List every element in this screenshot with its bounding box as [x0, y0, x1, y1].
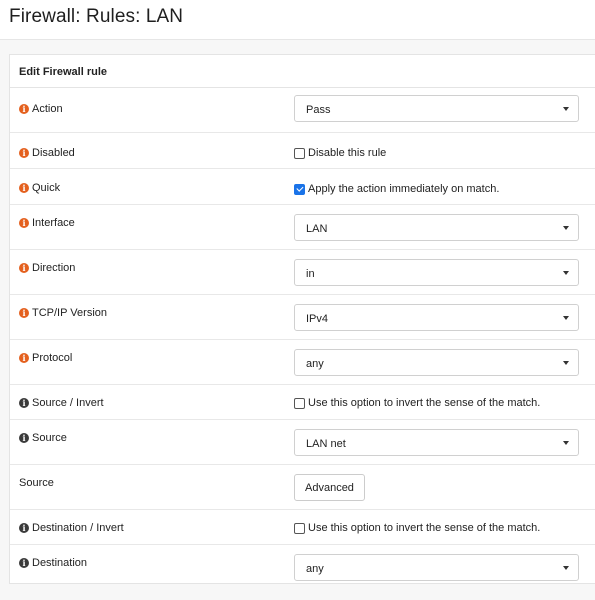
- tcpip-label: i TCP/IP Version: [19, 307, 107, 319]
- source-invert-checkbox-label[interactable]: Use this option to invert the sense of t…: [308, 397, 540, 409]
- source-select-value: LAN net: [306, 438, 346, 450]
- action-select[interactable]: Pass: [294, 95, 579, 122]
- quick-checkbox-group[interactable]: Apply the action immediately on match.: [294, 183, 499, 195]
- direction-select[interactable]: in: [294, 259, 579, 286]
- destination-invert-checkbox-group[interactable]: Use this option to invert the sense of t…: [294, 522, 540, 534]
- source-invert-checkbox[interactable]: [294, 397, 305, 409]
- info-icon[interactable]: i: [19, 183, 29, 193]
- action-label-text: Action: [32, 103, 63, 115]
- disabled-checkbox[interactable]: [294, 147, 305, 159]
- source-label: i Source: [19, 432, 67, 444]
- destination-select[interactable]: any: [294, 554, 579, 581]
- direction-label: i Direction: [19, 262, 75, 274]
- edit-rule-panel: Edit Firewall rule i Action Pass i Disab…: [9, 54, 595, 584]
- row-direction: i Direction in: [10, 250, 595, 295]
- destination-invert-checkbox[interactable]: [294, 522, 305, 534]
- row-source-advanced: Source Advanced: [10, 465, 595, 510]
- page-title: Firewall: Rules: LAN: [9, 6, 184, 27]
- quick-label: i Quick: [19, 182, 60, 194]
- row-source: i Source LAN net: [10, 420, 595, 465]
- source-label-text: Source: [32, 432, 67, 444]
- protocol-select-value: any: [306, 358, 324, 370]
- disabled-label: i Disabled: [19, 147, 75, 159]
- row-destination-invert: i Destination / Invert Use this option t…: [10, 510, 595, 545]
- chevron-down-icon: [563, 441, 569, 445]
- destination-select-value: any: [306, 563, 324, 575]
- destination-label: i Destination: [19, 557, 87, 569]
- destination-invert-checkbox-label[interactable]: Use this option to invert the sense of t…: [308, 522, 540, 534]
- source-advanced-label-text: Source: [19, 477, 54, 489]
- source-advanced-button[interactable]: Advanced: [294, 474, 365, 501]
- row-tcpip-version: i TCP/IP Version IPv4: [10, 295, 595, 340]
- info-icon[interactable]: i: [19, 148, 29, 158]
- quick-label-text: Quick: [32, 182, 61, 194]
- source-invert-checkbox-group[interactable]: Use this option to invert the sense of t…: [294, 397, 540, 409]
- disabled-checkbox-label[interactable]: Disable this rule: [308, 147, 386, 159]
- interface-select[interactable]: LAN: [294, 214, 579, 241]
- source-advanced-label: Source: [19, 477, 54, 489]
- row-interface: i Interface LAN: [10, 205, 595, 250]
- source-select[interactable]: LAN net: [294, 429, 579, 456]
- info-icon[interactable]: i: [19, 523, 29, 533]
- destination-invert-label-text: Destination / Invert: [32, 522, 124, 534]
- interface-label-text: Interface: [32, 217, 75, 229]
- panel-heading: Edit Firewall rule: [10, 55, 595, 88]
- info-icon[interactable]: i: [19, 263, 29, 273]
- page-header: Firewall: Rules: LAN: [0, 0, 595, 40]
- row-destination: i Destination any: [10, 545, 595, 587]
- chevron-down-icon: [563, 566, 569, 570]
- info-icon[interactable]: i: [19, 104, 29, 114]
- info-icon[interactable]: i: [19, 308, 29, 318]
- source-invert-label: i Source / Invert: [19, 397, 104, 409]
- chevron-down-icon: [563, 361, 569, 365]
- interface-label: i Interface: [19, 217, 75, 229]
- quick-checkbox-label[interactable]: Apply the action immediately on match.: [308, 183, 499, 195]
- chevron-down-icon: [563, 271, 569, 275]
- tcpip-label-text: TCP/IP Version: [32, 307, 107, 319]
- info-icon[interactable]: i: [19, 558, 29, 568]
- info-icon[interactable]: i: [19, 353, 29, 363]
- protocol-select[interactable]: any: [294, 349, 579, 376]
- row-quick: i Quick Apply the action immediately on …: [10, 169, 595, 205]
- row-disabled: i Disabled Disable this rule: [10, 133, 595, 169]
- info-icon[interactable]: i: [19, 218, 29, 228]
- interface-select-value: LAN: [306, 223, 328, 235]
- direction-select-value: in: [306, 268, 315, 280]
- tcpip-select-value: IPv4: [306, 313, 329, 325]
- row-source-invert: i Source / Invert Use this option to inv…: [10, 385, 595, 420]
- chevron-down-icon: [563, 226, 569, 230]
- info-icon[interactable]: i: [19, 433, 29, 443]
- quick-checkbox[interactable]: [294, 183, 305, 195]
- protocol-label-text: Protocol: [32, 352, 73, 364]
- source-invert-label-text: Source / Invert: [32, 397, 104, 409]
- action-label: i Action: [19, 103, 63, 115]
- destination-label-text: Destination: [32, 557, 88, 569]
- protocol-label: i Protocol: [19, 352, 72, 364]
- row-protocol: i Protocol any: [10, 340, 595, 385]
- destination-invert-label: i Destination / Invert: [19, 522, 124, 534]
- chevron-down-icon: [563, 316, 569, 320]
- chevron-down-icon: [563, 107, 569, 111]
- action-select-value: Pass: [306, 104, 331, 116]
- disabled-label-text: Disabled: [32, 147, 75, 159]
- disabled-checkbox-group[interactable]: Disable this rule: [294, 147, 386, 159]
- info-icon[interactable]: i: [19, 398, 29, 408]
- tcpip-select[interactable]: IPv4: [294, 304, 579, 331]
- direction-label-text: Direction: [32, 262, 76, 274]
- row-action: i Action Pass: [10, 88, 595, 133]
